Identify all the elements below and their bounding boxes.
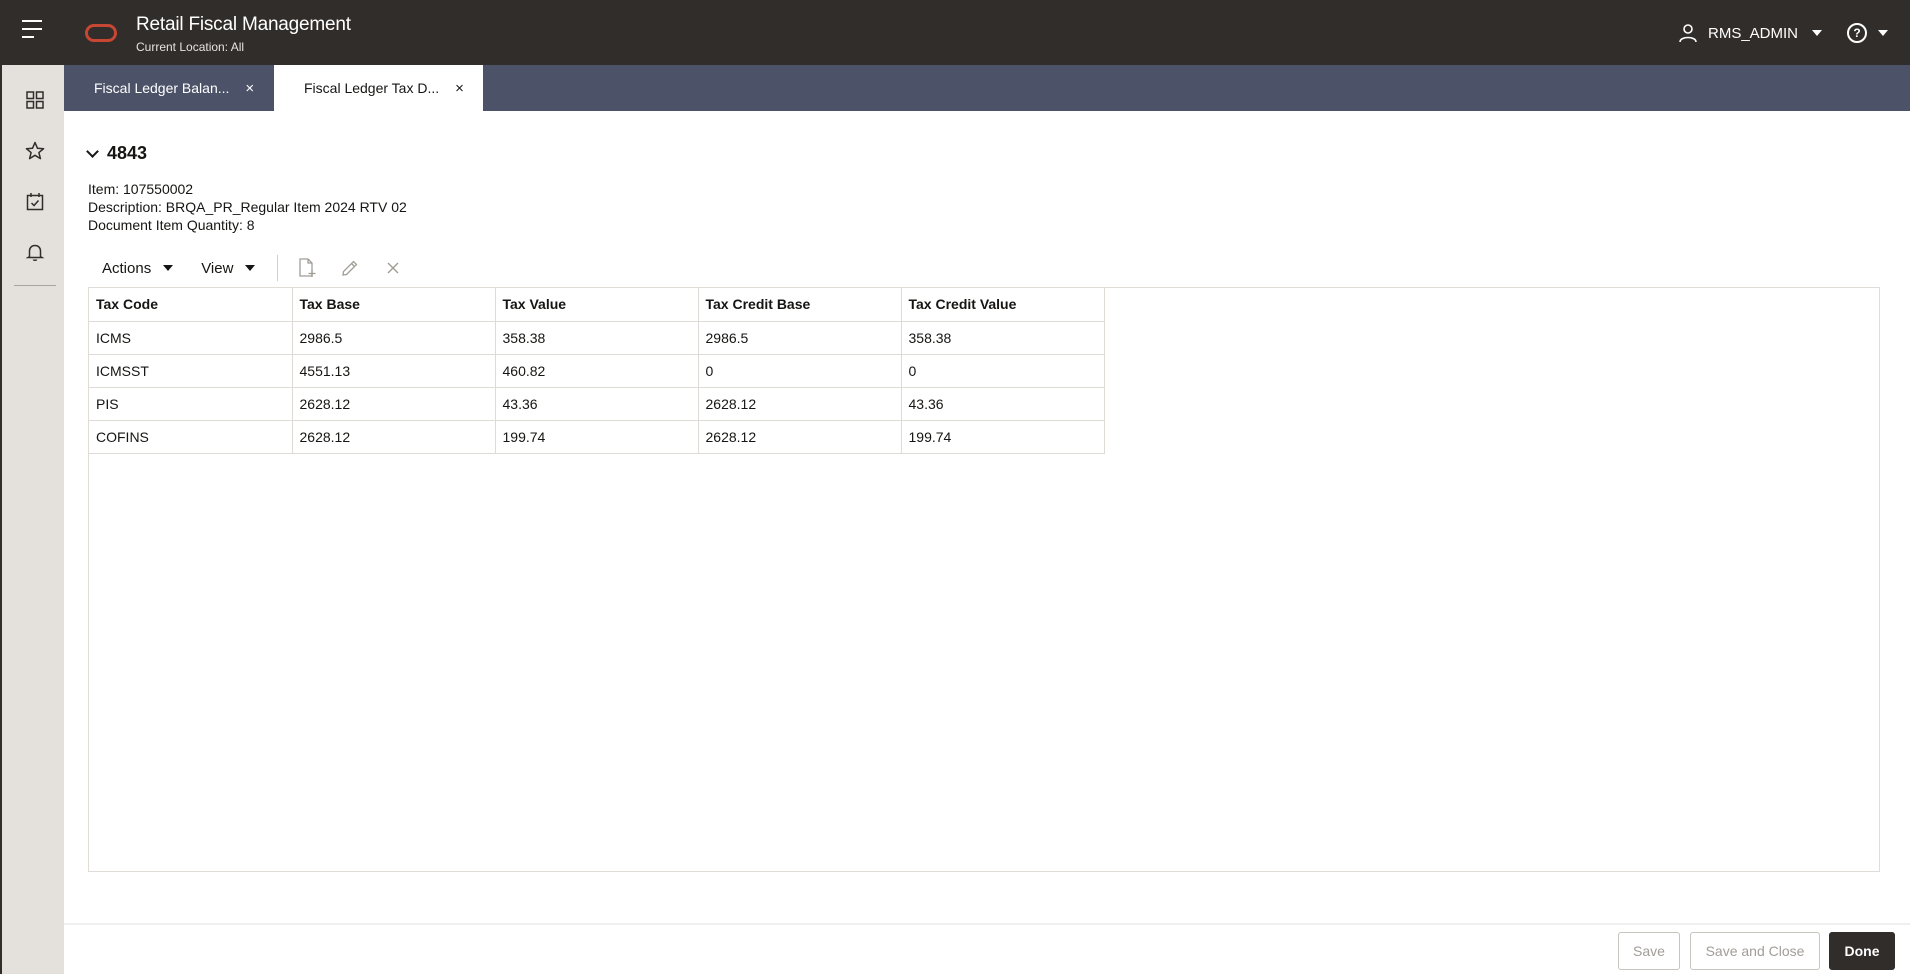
table-cell: 2986.5 [697, 320, 902, 355]
table-row[interactable]: COFINS 2628.12 199.74 2628.12 199.74 [89, 419, 1105, 454]
help-icon: ? [1847, 23, 1867, 43]
hamburger-menu-icon[interactable] [22, 20, 48, 44]
dashboard-icon[interactable] [22, 87, 48, 113]
column-header[interactable]: Tax Base [291, 288, 496, 322]
table-cell: 358.38 [494, 320, 699, 355]
tax-table: Tax Code Tax Base Tax Value Tax Credit B… [89, 288, 1105, 454]
help-menu-button[interactable]: ? [1847, 23, 1888, 43]
save-and-close-button[interactable]: Save and Close [1690, 932, 1820, 970]
quantity-text: Document Item Quantity: 8 [88, 217, 255, 233]
close-icon[interactable]: × [245, 80, 254, 97]
tab-label: Fiscal Ledger Balan... [94, 80, 230, 96]
table-cell: 460.82 [494, 353, 699, 388]
chevron-down-icon [1812, 30, 1823, 36]
table-cell: 0 [900, 353, 1105, 388]
table-cell: ICMSST [89, 353, 293, 388]
table-cell: PIS [89, 386, 293, 421]
tab-fiscal-ledger-balance[interactable]: Fiscal Ledger Balan... × [64, 65, 273, 111]
table-row[interactable]: ICMS 2986.5 358.38 2986.5 358.38 [89, 320, 1105, 355]
chevron-down-icon[interactable] [86, 145, 99, 158]
detail-header: 4843 [86, 143, 148, 164]
table-row[interactable]: ICMSST 4551.13 460.82 0 0 [89, 353, 1105, 388]
table-cell: ICMS [89, 320, 293, 355]
add-row-icon[interactable] [292, 253, 322, 283]
close-icon[interactable]: × [455, 80, 464, 97]
table-cell: 43.36 [900, 386, 1105, 421]
table-cell: 4551.13 [291, 353, 496, 388]
tab-fiscal-ledger-tax-detail[interactable]: Fiscal Ledger Tax D... × [274, 65, 483, 111]
table-cell: 199.74 [900, 419, 1105, 454]
item-text: Item: 107550002 [88, 181, 194, 197]
document-number: 4843 [107, 143, 148, 163]
chevron-down-icon [163, 265, 174, 271]
table-cell: 43.36 [494, 386, 699, 421]
current-location: Current Location: All [136, 40, 245, 54]
oracle-logo-icon [85, 24, 117, 42]
done-button[interactable]: Done [1829, 932, 1895, 970]
toolbar-divider [277, 255, 279, 281]
view-menu-button[interactable]: View [187, 252, 269, 284]
column-header[interactable]: Tax Code [89, 288, 293, 322]
column-header[interactable]: Tax Credit Value [900, 288, 1105, 322]
view-label: View [201, 259, 234, 277]
user-name: RMS_ADMIN [1708, 24, 1799, 42]
notifications-bell-icon[interactable] [22, 239, 48, 265]
tax-table-panel: Tax Code Tax Base Tax Value Tax Credit B… [88, 287, 1880, 872]
column-header[interactable]: Tax Credit Base [697, 288, 902, 322]
table-toolbar: Actions View [88, 251, 421, 285]
actions-label: Actions [102, 259, 152, 277]
user-icon [1679, 24, 1697, 43]
table-cell: 2628.12 [291, 386, 496, 421]
chevron-down-icon [1878, 30, 1888, 36]
tab-label: Fiscal Ledger Tax D... [304, 80, 440, 96]
save-button[interactable]: Save [1618, 932, 1680, 970]
app-header: Retail Fiscal Management Current Locatio… [0, 0, 1910, 65]
table-cell: 2628.12 [697, 419, 902, 454]
table-header-row: Tax Code Tax Base Tax Value Tax Credit B… [89, 288, 1105, 322]
side-rail [0, 65, 64, 974]
user-menu-button[interactable]: RMS_ADMIN [1678, 20, 1823, 46]
chevron-down-icon [245, 265, 256, 271]
rail-divider [14, 285, 56, 286]
table-cell: COFINS [89, 419, 293, 454]
actions-menu-button[interactable]: Actions [88, 252, 187, 284]
table-cell: 0 [697, 353, 902, 388]
delete-x-icon[interactable] [378, 253, 408, 283]
main-content: 4843 Item: 107550002 Description: BRQA_P… [64, 111, 1910, 923]
table-cell: 2628.12 [291, 419, 496, 454]
edit-pencil-icon[interactable] [335, 253, 365, 283]
table-cell: 2628.12 [697, 386, 902, 421]
app-title: Retail Fiscal Management [136, 14, 351, 35]
tab-bar: Fiscal Ledger Balan... × Fiscal Ledger T… [64, 65, 1910, 111]
table-cell: 199.74 [494, 419, 699, 454]
table-cell: 358.38 [900, 320, 1105, 355]
footer-bar: Save Save and Close Done [64, 923, 1910, 974]
column-header[interactable]: Tax Value [494, 288, 699, 322]
favorites-star-icon[interactable] [22, 138, 48, 164]
table-row[interactable]: PIS 2628.12 43.36 2628.12 43.36 [89, 386, 1105, 421]
table-cell: 2986.5 [291, 320, 496, 355]
description-text: Description: BRQA_PR_Regular Item 2024 R… [88, 199, 407, 215]
tasks-icon[interactable] [22, 189, 48, 215]
